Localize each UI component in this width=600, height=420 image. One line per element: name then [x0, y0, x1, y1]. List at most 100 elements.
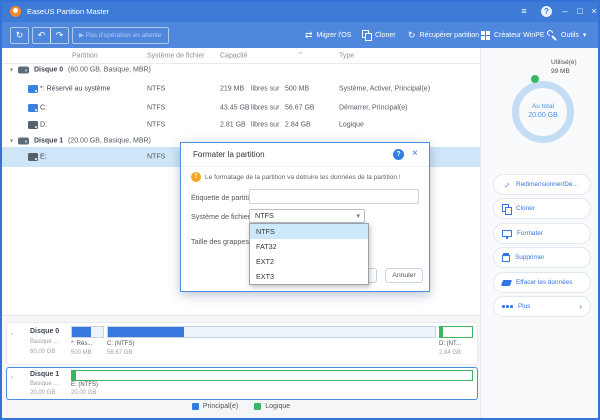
more-button[interactable]: Plus ›: [493, 296, 591, 317]
col-capacity[interactable]: Capacité: [220, 52, 248, 59]
clone-partition-button[interactable]: Cloner: [493, 198, 591, 219]
resize-move-button[interactable]: ↔ Redimensionner/Déplacer: [493, 174, 591, 195]
disk0-card[interactable]: Disque 0 Basique ... 60.00 GB *: Rés... …: [6, 322, 478, 365]
disk-map: Disque 0 Basique ... 60.00 GB *: Rés... …: [2, 315, 480, 419]
map-label: *: Rés...: [71, 341, 92, 347]
partition-type: Logique: [339, 122, 364, 129]
option-ext3[interactable]: EXT3: [250, 269, 368, 284]
close-icon[interactable]: ×: [587, 6, 600, 17]
table-row-disk0[interactable]: ▾ Disque 0 (60.00 GB, Basique, MBR): [2, 61, 480, 79]
col-filesystem[interactable]: Système de fichier: [147, 52, 205, 59]
map-partition-system-reserved[interactable]: [71, 326, 104, 338]
disk1-size: 20.00 GB: [30, 390, 55, 396]
gauge-total-label: Au total: [512, 103, 574, 110]
capacity-free: 2.81 GB: [220, 122, 246, 129]
filesystem-select[interactable]: NTFS ▾: [249, 209, 365, 223]
delete-button[interactable]: Supprimer: [493, 247, 591, 268]
partition-type: Démarrer, Principal(e): [339, 105, 407, 112]
map-partition-d[interactable]: [439, 326, 473, 338]
tools-button[interactable]: Outils ▾: [547, 28, 586, 42]
copy-icon: [502, 204, 511, 214]
migrate-os-button[interactable]: ⇄ Migrer l'OS: [305, 28, 351, 42]
menu-icon[interactable]: ≡: [517, 6, 531, 17]
help-icon[interactable]: ?: [541, 6, 552, 17]
title-bar: EaseUS Partition Master ≡ ? – □ ×: [2, 2, 598, 22]
dialog-warning-text: Le formatage de la partition va détruire…: [205, 174, 401, 181]
chevron-down-icon: ▾: [356, 211, 360, 223]
clone-button[interactable]: Cloner: [362, 28, 396, 42]
collapse-chevron-icon[interactable]: ▾: [10, 67, 13, 74]
table-row-system-reserved[interactable]: *: Réservé au système NTFS 219 MB libres…: [2, 80, 480, 98]
col-type[interactable]: Type: [339, 52, 354, 59]
disk1-card[interactable]: Disque 1 Basique ... 20.00 GB E: (NTFS) …: [6, 367, 478, 400]
undo-icon: ↶: [38, 30, 46, 40]
wipe-data-button[interactable]: Effacer les données: [493, 272, 591, 293]
resize-move-label: Redimensionner/Déplacer: [516, 181, 582, 188]
primary-legend-icon: [192, 403, 199, 410]
capacity-free: 43.45 GB: [220, 105, 250, 112]
col-partition[interactable]: Partition: [72, 52, 98, 59]
partition-label-input[interactable]: [249, 189, 419, 204]
pending-operations-label: Pas d'opération en attente: [86, 32, 162, 39]
cluster-size-label: Taille des grappes: [191, 237, 249, 246]
disk-details: (60.00 GB, Basique, MBR): [68, 67, 151, 74]
recover-label: Récupérer partition: [420, 32, 480, 39]
capacity-total: 500 MB: [285, 86, 309, 93]
option-ext2[interactable]: EXT2: [250, 254, 368, 269]
disk1-kind: Basique ...: [30, 381, 58, 387]
recover-partition-button[interactable]: ↻ Récupérer partition: [408, 28, 479, 42]
partition-icon: [28, 85, 38, 93]
capacity-sep: libres sur: [251, 86, 279, 93]
format-partition-dialog: Formater la partition ? × ! Le formatage…: [180, 142, 430, 292]
map-partition-e[interactable]: [71, 370, 473, 381]
map-label: D: (NT...: [439, 341, 461, 347]
toolbar: ↻ ↶ ↷ ▶ Pas d'opération en attente ⇄ Mig…: [2, 22, 598, 48]
disk1-name: Disque 1: [30, 371, 59, 378]
partition-name: *: Réservé au système: [40, 86, 110, 93]
chevron-right-icon: ›: [579, 302, 582, 311]
warning-icon: !: [191, 172, 201, 182]
dialog-help-icon[interactable]: ?: [393, 149, 404, 160]
ellipsis-icon: [502, 305, 513, 308]
winpe-creator-button[interactable]: Créateur WinPE: [481, 28, 545, 42]
option-ntfs[interactable]: NTFS: [250, 224, 368, 239]
map-partition-c[interactable]: [107, 326, 436, 338]
sort-asc-icon[interactable]: ˆ: [299, 51, 302, 61]
pending-operations-button[interactable]: ▶ Pas d'opération en attente: [72, 27, 169, 44]
dialog-divider: [181, 166, 429, 167]
disk-icon: [18, 67, 29, 74]
format-label: Formater: [517, 230, 543, 237]
cancel-button[interactable]: Annuler: [385, 268, 423, 283]
disk0-name: Disque 0: [30, 328, 59, 335]
dialog-close-icon[interactable]: ×: [412, 148, 418, 160]
filesystem-dropdown: NTFS FAT32 EXT2 EXT3: [249, 223, 369, 285]
logical-legend-icon: [254, 403, 261, 410]
sidebar: Au total 20.00 GB Utilisé(e) 99 MB ↔ Red…: [480, 48, 598, 418]
used-value: 99 MB: [551, 68, 570, 75]
map-size: 2.84 GB: [439, 350, 461, 356]
option-fat32[interactable]: FAT32: [250, 239, 368, 254]
legend: Principal(e) Logique: [2, 403, 480, 410]
capacity-sep: libres sur: [251, 122, 279, 129]
partition-type: Système, Activer, Principal(e): [339, 86, 430, 93]
partition-icon: [28, 104, 38, 112]
legend-logical-label: Logique: [265, 403, 290, 410]
table-row-c[interactable]: C: NTFS 43.45 GB libres sur 56.67 GB Dém…: [2, 99, 480, 117]
eraser-icon: [501, 280, 512, 286]
trash-icon: [502, 253, 510, 262]
partition-fs: NTFS: [147, 86, 165, 93]
undo-button[interactable]: ↶: [32, 27, 51, 44]
redo-button[interactable]: ↷: [50, 27, 69, 44]
refresh-button[interactable]: ↻: [10, 27, 29, 44]
maximize-icon[interactable]: □: [573, 6, 587, 17]
legend-primary-label: Principal(e): [203, 403, 238, 410]
clone-partition-label: Cloner: [516, 205, 535, 212]
partition-fs: NTFS: [147, 105, 165, 112]
collapse-chevron-icon[interactable]: ▾: [10, 138, 13, 145]
minimize-icon[interactable]: –: [558, 6, 572, 17]
disk-name: Disque 1: [34, 138, 63, 145]
disk-icon: [18, 138, 29, 145]
chevron-down-icon: ▾: [583, 31, 587, 39]
disk0-size: 60.00 GB: [30, 349, 55, 355]
format-button[interactable]: Formater: [493, 223, 591, 244]
